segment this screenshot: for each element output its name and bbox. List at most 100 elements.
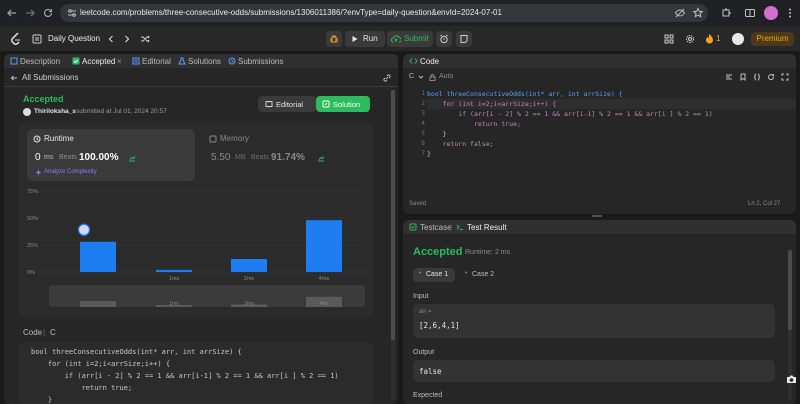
runtime-unit: ms: [44, 154, 54, 161]
comment-button[interactable]: [456, 31, 472, 47]
close-tab-icon[interactable]: ×: [117, 57, 122, 66]
tab-accepted[interactable]: Accepted: [82, 57, 115, 66]
memory-card[interactable]: Memory 5.50 MB Beats 91.74%: [203, 129, 363, 181]
code-line-1: bool threeConsecutiveOdds(int* arr, int …: [31, 348, 242, 356]
bookmark-star-icon[interactable]: [692, 7, 704, 19]
chevron-down-icon[interactable]: [418, 75, 424, 80]
code-editor[interactable]: 1 2 3 4 5 6 7 bool threeConsecutiveOdds(…: [403, 84, 796, 196]
panel-resize-handle[interactable]: [592, 215, 602, 217]
line-number: 7: [421, 150, 425, 157]
user-avatar[interactable]: [732, 33, 744, 45]
next-problem-icon[interactable]: [122, 34, 132, 44]
scrollbar-thumb[interactable]: [391, 90, 395, 340]
case-2-button[interactable]: • Case 2: [461, 268, 503, 282]
saved-status: Saved: [409, 201, 427, 207]
back-arrow-icon[interactable]: [6, 7, 18, 19]
alarm-icon: [440, 34, 448, 44]
result-tab-bar: Testcase | Test Result: [403, 220, 796, 234]
y-tick-label: 50%: [27, 216, 38, 222]
chart-bar[interactable]: [156, 269, 192, 272]
run-label: Run: [363, 34, 378, 43]
auto-mode-label[interactable]: Auto: [439, 73, 453, 80]
leetcode-logo-icon[interactable]: [10, 32, 22, 46]
y-tick-label: 25%: [27, 243, 38, 249]
forward-arrow-icon[interactable]: [24, 7, 36, 19]
problem-list-icon[interactable]: [32, 34, 42, 44]
y-tick-label: 0%: [27, 270, 35, 276]
scrollbar-thumb[interactable]: [788, 250, 792, 330]
submit-label: Submit: [404, 34, 429, 43]
input-box[interactable]: arr = [2,6,4,1]: [413, 304, 775, 338]
note-icon: [460, 35, 468, 43]
output-box[interactable]: false: [413, 360, 775, 382]
all-submissions-link[interactable]: All Submissions: [22, 73, 78, 82]
memory-label: Memory: [220, 134, 249, 143]
settings-gear-icon[interactable]: [685, 34, 695, 44]
clock-icon: [33, 135, 41, 143]
layout-grid-icon[interactable]: [664, 34, 674, 44]
editorial-button[interactable]: Editorial: [258, 96, 316, 112]
camera-icon[interactable]: [786, 374, 797, 384]
shuffle-icon[interactable]: [140, 34, 150, 44]
profile-avatar[interactable]: [764, 6, 778, 20]
tab-description[interactable]: Description: [20, 57, 60, 66]
notes-button[interactable]: [436, 31, 452, 47]
submission-status: Accepted: [23, 94, 64, 104]
reset-icon[interactable]: [767, 73, 775, 81]
tab-solutions[interactable]: Solutions: [188, 57, 221, 66]
analyze-complexity-link[interactable]: Analyze Complexity: [44, 169, 97, 175]
chart-bar[interactable]: [306, 220, 342, 272]
runtime-card[interactable]: Runtime 0 ms Beats 100.00% Analyze Compl…: [27, 129, 195, 181]
back-arrow-icon[interactable]: [10, 74, 18, 82]
site-info-icon[interactable]: [66, 7, 78, 19]
submit-button[interactable]: Submit: [387, 31, 433, 47]
accepted-tab-icon: [72, 57, 80, 65]
expected-label: Expected: [413, 392, 443, 399]
split-view-icon[interactable]: [744, 7, 756, 19]
scrollbar-track[interactable]: [391, 90, 395, 400]
terminal-icon: [456, 224, 463, 230]
format-code-icon[interactable]: [725, 73, 733, 81]
eye-off-icon[interactable]: [674, 7, 686, 19]
submitted-code-block[interactable]: bool threeConsecutiveOdds(int* arr, int …: [19, 342, 373, 404]
extensions-icon[interactable]: [720, 7, 732, 19]
lock-icon: [429, 74, 436, 81]
test-result-panel: Testcase | Test Result Accepted Runtime:…: [403, 220, 796, 404]
chart-bar[interactable]: [80, 241, 116, 272]
y-tick-label: 75%: [27, 189, 38, 195]
case-1-button[interactable]: • Case 1: [413, 268, 455, 282]
browser-menu-icon[interactable]: [784, 7, 796, 19]
braces-icon[interactable]: [753, 73, 761, 81]
bookmark-icon[interactable]: [739, 73, 747, 81]
reload-icon[interactable]: [42, 7, 54, 19]
line-number: 6: [421, 140, 425, 147]
debug-button[interactable]: [326, 31, 342, 47]
daily-question-label[interactable]: Daily Question: [48, 34, 100, 43]
tab-testcase[interactable]: Testcase: [420, 223, 452, 232]
run-button[interactable]: Run: [345, 31, 385, 47]
user-avatar[interactable]: [23, 108, 31, 116]
tab-editorial[interactable]: Editorial: [142, 57, 171, 66]
share-link-icon[interactable]: [382, 73, 392, 83]
line-number: 4: [421, 120, 425, 127]
tab-test-result[interactable]: Test Result: [467, 223, 507, 232]
language-select[interactable]: C: [409, 73, 414, 80]
bug-icon: [330, 35, 338, 43]
premium-button[interactable]: Premium: [751, 32, 794, 46]
solution-button-label: Solution: [333, 100, 361, 109]
case-2-label: Case 2: [472, 271, 495, 278]
runtime-label: Runtime: [44, 134, 74, 143]
runtime-distribution-chart[interactable]: 75% 50% 25% 0% 1ms 2ms 4ms 1ms 2ms 4ms: [19, 183, 373, 315]
prev-problem-icon[interactable]: [106, 34, 116, 44]
streak-fire-icon[interactable]: [705, 33, 714, 44]
solution-button[interactable]: Solution: [316, 96, 370, 112]
trend-up-icon: [318, 156, 325, 162]
maximize-icon[interactable]: [781, 73, 789, 81]
chart-bar[interactable]: [231, 259, 267, 272]
tab-submissions[interactable]: Submissions: [238, 57, 283, 66]
trend-up-icon: [129, 156, 136, 162]
checkbox-icon: [409, 223, 417, 231]
username[interactable]: Thiriloksha_s: [34, 108, 76, 115]
memory-beats-label: Beats: [251, 154, 269, 161]
editor-line-7: }: [427, 150, 431, 158]
